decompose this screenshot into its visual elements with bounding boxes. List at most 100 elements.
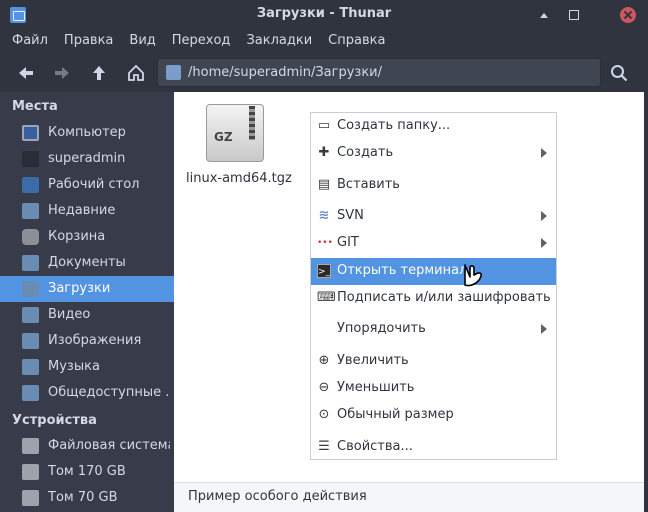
menu-file[interactable]: Файл — [4, 30, 56, 54]
menu-item-label: Увеличить — [337, 353, 409, 368]
menu-item-arrange[interactable]: Упорядочить — [311, 316, 556, 343]
arrow-up-icon — [93, 66, 105, 80]
sidebar: Места Компьютер superadmin Рабочий стол … — [0, 92, 174, 512]
properties-icon: ☰ — [318, 439, 330, 454]
archive-file-icon[interactable]: GZ — [206, 104, 264, 162]
sidebar-item-label: Компьютер — [48, 125, 126, 140]
sidebar-item-label: Видео — [48, 307, 91, 322]
menu-item-svn[interactable]: ≋ SVN — [311, 203, 556, 230]
menu-item-label: Свойства... — [337, 439, 413, 454]
places-header: Места — [12, 99, 58, 114]
sidebar-item-label: superadmin — [48, 151, 126, 166]
menu-item-label: SVN — [337, 208, 364, 223]
menu-item-label: Упорядочить — [337, 321, 426, 336]
sidebar-item-recent[interactable]: Недавние — [0, 198, 174, 224]
menu-item-create[interactable]: ✚ Создать — [311, 140, 556, 167]
home-icon — [22, 151, 39, 167]
back-button[interactable] — [13, 60, 39, 86]
file-name[interactable]: linux-amd64.tgz — [186, 171, 292, 186]
create-document-icon: ✚ — [318, 145, 330, 160]
menu-item-properties[interactable]: ☰ Свойства... — [311, 434, 556, 461]
sidebar-item-downloads[interactable]: Загрузки — [0, 276, 174, 302]
sidebar-item-volume-170[interactable]: Том 170 GB — [0, 459, 174, 485]
menu-item-label: Уменьшить — [337, 380, 415, 395]
menu-item-sign-encrypt[interactable]: ⌨ Подписать и/или зашифровать — [311, 285, 556, 312]
menu-item-paste[interactable]: ▤ Вставить — [311, 172, 556, 199]
drive-icon — [22, 464, 39, 480]
sidebar-item-videos[interactable]: Видео — [0, 302, 174, 328]
location-bar[interactable]: /home/superadmin/Загрузки/ — [157, 58, 601, 87]
menu-item-normal-size[interactable]: ⊙ Обычный размер — [311, 402, 556, 429]
new-folder-icon: ▭ — [317, 118, 331, 133]
mouse-cursor-icon — [464, 264, 482, 287]
home-button[interactable] — [123, 60, 149, 86]
sidebar-item-home[interactable]: superadmin — [0, 146, 174, 172]
menu-item-label: Открыть терминал — [337, 263, 468, 278]
menu-item-label: GIT — [337, 235, 359, 250]
sidebar-item-label: Недавние — [48, 203, 116, 218]
menu-item-label: Подписать и/или зашифровать — [337, 290, 551, 305]
sidebar-item-pictures[interactable]: Изображения — [0, 328, 174, 354]
menu-bar: Файл Правка Вид Переход Закладки Справка — [0, 30, 648, 54]
computer-icon — [22, 125, 39, 141]
devices-header: Устройства — [12, 413, 97, 428]
submenu-arrow-icon — [541, 148, 547, 158]
menu-item-open-terminal[interactable]: >_ Открыть терминал — [311, 258, 556, 285]
menu-item-git[interactable]: ••• GIT — [311, 230, 556, 257]
menu-item-zoom-in[interactable]: ⊕ Увеличить — [311, 348, 556, 375]
search-button[interactable] — [606, 60, 632, 86]
status-bar: Пример особого действия — [174, 482, 644, 512]
location-path: /home/superadmin/Загрузки/ — [188, 65, 383, 80]
up-button[interactable] — [86, 60, 112, 86]
folder-icon — [22, 307, 39, 323]
menu-item-zoom-out[interactable]: ⊖ Уменьшить — [311, 375, 556, 402]
zoom-in-icon: ⊕ — [318, 353, 330, 368]
sidebar-item-public[interactable]: Общедоступные ... — [0, 380, 174, 406]
sidebar-item-label: Том 70 GB — [48, 490, 118, 505]
menu-item-label: Обычный размер — [337, 407, 454, 422]
menu-go[interactable]: Переход — [164, 30, 239, 54]
submenu-arrow-icon — [541, 324, 547, 334]
menu-item-label: Вставить — [337, 177, 400, 192]
folder-icon — [22, 255, 39, 271]
zoom-original-icon: ⊙ — [318, 407, 330, 422]
menu-help[interactable]: Справка — [320, 30, 393, 54]
sidebar-item-computer[interactable]: Компьютер — [0, 120, 174, 146]
sidebar-item-label: Файловая система — [48, 438, 170, 453]
submenu-arrow-icon — [541, 211, 547, 221]
svn-icon: ≋ — [318, 208, 330, 223]
sidebar-item-desktop[interactable]: Рабочий стол — [0, 172, 174, 198]
terminal-icon: >_ — [317, 264, 331, 278]
desktop-icon — [22, 177, 39, 193]
menu-edit[interactable]: Правка — [56, 30, 121, 54]
arrow-right-icon — [55, 67, 69, 79]
menu-item-new-folder[interactable]: ▭ Создать папку... — [311, 113, 556, 140]
home-icon — [128, 64, 144, 81]
sidebar-item-trash[interactable]: Корзина — [0, 224, 174, 250]
drive-icon — [22, 490, 39, 506]
menu-bookmarks[interactable]: Закладки — [238, 30, 320, 54]
forward-button[interactable] — [49, 60, 75, 86]
menu-view[interactable]: Вид — [121, 30, 163, 54]
sidebar-item-label: Корзина — [48, 229, 106, 244]
folder-icon — [22, 359, 39, 375]
title-bar: Загрузки - Thunar — [0, 0, 648, 30]
sidebar-item-label: Изображения — [48, 333, 142, 348]
file-type-badge: GZ — [214, 130, 233, 144]
folder-icon — [22, 385, 39, 401]
sidebar-item-label: Музыка — [48, 359, 100, 374]
maximize-button[interactable] — [567, 8, 581, 22]
recent-icon — [22, 203, 39, 219]
sidebar-item-filesystem[interactable]: Файловая система — [0, 433, 174, 459]
close-button[interactable] — [620, 7, 636, 23]
sidebar-item-music[interactable]: Музыка — [0, 354, 174, 380]
minimize-button[interactable] — [537, 8, 551, 22]
submenu-arrow-icon — [541, 238, 547, 248]
context-menu: ▭ Создать папку... ✚ Создать ▤ Вставить … — [310, 112, 557, 460]
sidebar-item-label: Документы — [48, 255, 126, 270]
sidebar-item-label: Том 170 GB — [48, 464, 126, 479]
menu-item-label: Создать — [337, 145, 394, 160]
sidebar-item-documents[interactable]: Документы — [0, 250, 174, 276]
search-icon — [611, 65, 628, 82]
sidebar-item-volume-70[interactable]: Том 70 GB — [0, 485, 174, 511]
